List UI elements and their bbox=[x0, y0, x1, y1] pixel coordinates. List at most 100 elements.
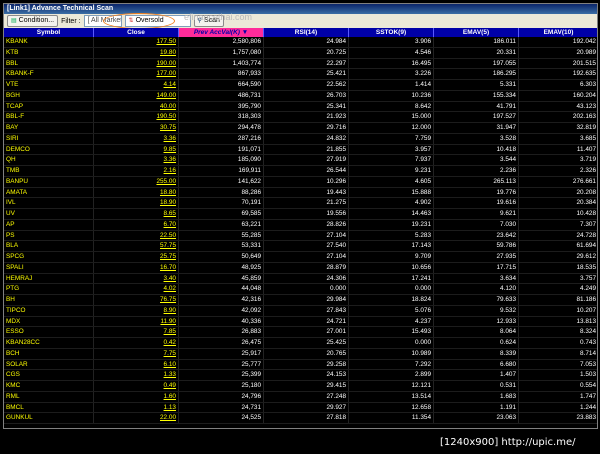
scan-type-select[interactable]: ⇅ Oversold bbox=[124, 15, 191, 27]
table-row[interactable]: PTG 4.02 44,048 0.000 0.000 4.120 4.249 bbox=[4, 284, 597, 295]
close-cell[interactable]: 22.50 bbox=[94, 230, 179, 241]
close-cell[interactable]: 1.13 bbox=[94, 402, 179, 413]
accval-cell: 24,525 bbox=[179, 413, 264, 423]
table-row[interactable]: SPCG 25.75 50,649 27.104 9.709 27.935 29.612 bbox=[4, 252, 597, 263]
table-row[interactable]: ESSO 7.85 26,883 27.001 15.493 8.064 8.324 bbox=[4, 327, 597, 338]
col-close[interactable]: Close bbox=[94, 28, 179, 37]
table-row[interactable]: AMATA 18.80 88,286 19.443 15.888 19.776 20.208 bbox=[4, 187, 597, 199]
grid-header: Symbol Close Prev AccVal(K) ▼ RSI(14) SS… bbox=[4, 28, 597, 37]
accval-cell: 191,071 bbox=[179, 144, 264, 155]
close-cell[interactable]: 9.85 bbox=[94, 144, 179, 155]
table-row[interactable]: MDX 11.90 40,336 24.721 4.237 12.933 13.813 bbox=[4, 316, 597, 328]
close-cell[interactable]: 25.75 bbox=[94, 252, 179, 262]
table-row[interactable]: AP 6.70 63,221 28.826 19.231 7.030 7.307 bbox=[4, 219, 597, 231]
table-row[interactable]: BAY 30.75 294,478 29.716 12.000 31.947 32.819 bbox=[4, 123, 597, 134]
close-cell[interactable]: 2.16 bbox=[94, 166, 179, 176]
accval-cell: 55,285 bbox=[179, 230, 264, 241]
close-cell[interactable]: 1.60 bbox=[94, 391, 179, 402]
emav5-cell: 23.063 bbox=[434, 413, 519, 423]
table-row[interactable]: KTB 19.80 1,757,080 20.725 4.546 20.331 20.989 bbox=[4, 47, 597, 59]
emav5-cell: 0.531 bbox=[434, 381, 519, 391]
table-row[interactable]: KBANK 177.50 2,580,806 24.984 3.906 186.011 19… bbox=[4, 37, 597, 48]
close-cell[interactable]: 18.80 bbox=[94, 187, 179, 198]
close-cell[interactable]: 7.75 bbox=[94, 348, 179, 359]
table-row[interactable]: KBANK-F 177.00 867,933 25.421 3.226 186.295 19… bbox=[4, 69, 597, 80]
close-cell[interactable]: 40.00 bbox=[94, 101, 179, 112]
table-row[interactable]: DEMCO 9.85 191,071 21.855 3.957 10.418 11.407 bbox=[4, 144, 597, 156]
close-cell[interactable]: 190.50 bbox=[94, 112, 179, 122]
close-cell[interactable]: 8.90 bbox=[94, 305, 179, 316]
close-cell[interactable]: 6.10 bbox=[94, 359, 179, 370]
close-cell[interactable]: 255.00 bbox=[94, 176, 179, 187]
condition-label: Condition... bbox=[18, 17, 55, 24]
col-prev-accval[interactable]: Prev AccVal(K) ▼ bbox=[179, 28, 264, 37]
table-row[interactable]: VTE 4.14 664,590 22.562 1.414 5.331 6.303 bbox=[4, 80, 597, 91]
close-cell[interactable]: 76.75 bbox=[94, 295, 179, 305]
close-cell[interactable]: 19.80 bbox=[94, 47, 179, 58]
table-row[interactable]: UV 8.65 69,585 19.556 14.463 9.621 10.428 bbox=[4, 209, 597, 220]
close-cell[interactable]: 1.33 bbox=[94, 370, 179, 380]
table-row[interactable]: BH 76.75 42,316 29.984 18.824 79.633 81.186 bbox=[4, 295, 597, 306]
close-cell[interactable]: 16.70 bbox=[94, 262, 179, 273]
symbol-cell: IVL bbox=[4, 198, 94, 208]
table-row[interactable]: SPALI 16.70 48,925 28.879 10.656 17.715 18.535 bbox=[4, 262, 597, 274]
close-cell[interactable]: 177.50 bbox=[94, 37, 179, 47]
col-emav5[interactable]: EMAV(5) bbox=[434, 28, 519, 37]
close-cell[interactable]: 3.36 bbox=[94, 155, 179, 165]
close-cell[interactable]: 3.36 bbox=[94, 133, 179, 144]
table-row[interactable]: BLA 57.75 53,331 27.540 17.143 59.786 61.694 bbox=[4, 241, 597, 252]
col-sstok[interactable]: SSTOK(9) bbox=[349, 28, 434, 37]
table-row[interactable]: BGH 149.00 486,731 26.703 10.236 155.334 160.2… bbox=[4, 90, 597, 102]
close-cell[interactable]: 4.02 bbox=[94, 284, 179, 294]
table-row[interactable]: BBL 190.00 1,403,774 22.297 16.495 197.055 201… bbox=[4, 58, 597, 70]
close-cell[interactable]: 3.40 bbox=[94, 273, 179, 284]
table-row[interactable]: BANPU 255.00 141,622 10.296 4.605 265.113 276.… bbox=[4, 176, 597, 188]
sstok-cell: 7.292 bbox=[349, 359, 434, 370]
table-row[interactable]: BBL-F 190.50 318,303 21.923 15.000 197.527 202… bbox=[4, 112, 597, 123]
close-cell[interactable]: 8.65 bbox=[94, 209, 179, 219]
table-row[interactable]: KBAN28CC 0.42 26,475 25.425 0.000 0.624 0.743 bbox=[4, 338, 597, 349]
table-row[interactable]: TIPCO 8.90 42,092 27.843 5.076 9.532 10.207 bbox=[4, 305, 597, 317]
rsi-cell: 27.919 bbox=[264, 155, 349, 165]
close-cell[interactable]: 0.49 bbox=[94, 381, 179, 391]
table-row[interactable]: GUNKUL 22.00 24,525 27.818 11.354 23.063 23.88… bbox=[4, 413, 597, 424]
scan-type-value: Oversold bbox=[135, 17, 164, 24]
table-row[interactable]: KMC 0.49 25,180 29.415 12.121 0.531 0.554 bbox=[4, 381, 597, 392]
close-cell[interactable]: 4.14 bbox=[94, 80, 179, 90]
filter-select[interactable]: [ All Market ] bbox=[83, 15, 122, 27]
table-row[interactable]: BMCL 1.13 24,731 29.927 12.658 1.191 1.244 bbox=[4, 402, 597, 414]
table-row[interactable]: CGS 1.33 25,399 24.153 2.899 1.407 1.503 bbox=[4, 370, 597, 381]
close-cell[interactable]: 149.00 bbox=[94, 90, 179, 101]
close-cell[interactable]: 22.00 bbox=[94, 413, 179, 423]
close-cell[interactable]: 30.75 bbox=[94, 123, 179, 133]
table-row[interactable]: QH 3.36 185,090 27.919 7.937 3.544 3.719 bbox=[4, 155, 597, 166]
close-cell[interactable]: 11.90 bbox=[94, 316, 179, 327]
close-cell[interactable]: 18.90 bbox=[94, 198, 179, 208]
close-cell[interactable]: 177.00 bbox=[94, 69, 179, 79]
sstok-cell: 17.241 bbox=[349, 273, 434, 284]
close-cell[interactable]: 57.75 bbox=[94, 241, 179, 251]
accval-cell: 40,336 bbox=[179, 316, 264, 327]
emav10-cell: 6.303 bbox=[519, 80, 597, 90]
scan-window: [Link1] Advance Technical Scan ▤ Conditi… bbox=[3, 3, 598, 429]
col-emav10[interactable]: EMAV(10) bbox=[519, 28, 597, 37]
condition-button[interactable]: ▤ Condition... bbox=[7, 15, 59, 27]
sstok-cell: 18.824 bbox=[349, 295, 434, 305]
table-row[interactable]: SOLAR 6.10 25,777 29.258 7.292 6.680 7.053 bbox=[4, 359, 597, 371]
close-cell[interactable]: 190.00 bbox=[94, 58, 179, 69]
table-row[interactable]: TMB 2.16 169,911 26.544 9.231 2.236 2.326 bbox=[4, 166, 597, 177]
emav5-cell: 1.683 bbox=[434, 391, 519, 402]
table-row[interactable]: TCAP 40.00 395,790 25.341 8.642 41.791 43.123 bbox=[4, 101, 597, 113]
col-symbol[interactable]: Symbol bbox=[4, 28, 94, 37]
table-row[interactable]: IVL 18.90 70,191 21.275 4.902 19.616 20.384 bbox=[4, 198, 597, 209]
close-cell[interactable]: 0.42 bbox=[94, 338, 179, 348]
close-cell[interactable]: 7.85 bbox=[94, 327, 179, 337]
table-row[interactable]: HEMRAJ 3.40 45,859 24.306 17.241 3.634 3.757 bbox=[4, 273, 597, 285]
table-row[interactable]: RML 1.60 24,796 27.248 13.514 1.683 1.747 bbox=[4, 391, 597, 403]
table-row[interactable]: PS 22.50 55,285 27.104 5.283 23.642 24.728 bbox=[4, 230, 597, 242]
table-row[interactable]: BCH 7.75 25,917 20.765 10.989 8.339 8.714 bbox=[4, 348, 597, 360]
close-cell[interactable]: 6.70 bbox=[94, 219, 179, 230]
table-row[interactable]: SIRI 3.36 287,216 24.832 7.759 3.528 3.685 bbox=[4, 133, 597, 145]
rsi-cell: 29.716 bbox=[264, 123, 349, 133]
col-rsi[interactable]: RSI(14) bbox=[264, 28, 349, 37]
